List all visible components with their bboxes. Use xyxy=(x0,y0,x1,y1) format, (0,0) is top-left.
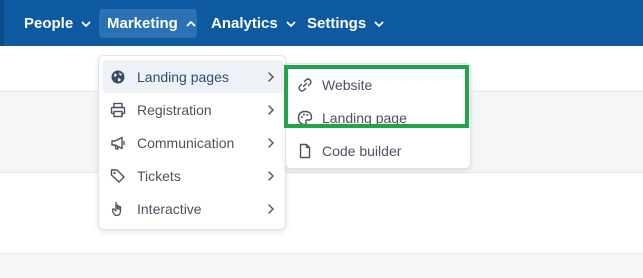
megaphone-icon xyxy=(110,135,126,151)
menu-item-communication[interactable]: Communication xyxy=(103,126,283,159)
link-icon xyxy=(297,77,313,93)
globe-icon xyxy=(110,69,126,85)
pointer-hand-icon xyxy=(110,201,126,217)
menu-item-label: Registration xyxy=(137,102,212,118)
top-nav-bar: People Marketing Analytics Settings xyxy=(0,0,643,46)
menu-item-label: Interactive xyxy=(137,201,202,217)
nav-people[interactable]: People xyxy=(16,9,99,38)
nav-marketing[interactable]: Marketing xyxy=(99,9,197,38)
menu-item-landing-pages[interactable]: Landing pages xyxy=(103,60,283,93)
chevron-right-icon xyxy=(267,203,275,215)
chevron-right-icon xyxy=(267,71,275,83)
palette-icon xyxy=(297,110,313,126)
submenu-item-website[interactable]: Website xyxy=(288,68,468,101)
nav-people-label: People xyxy=(24,15,74,32)
submenu-item-label: Website xyxy=(322,77,373,93)
marketing-dropdown: Landing pages Registration Communication xyxy=(98,55,286,230)
nav-analytics-label: Analytics xyxy=(211,15,278,32)
landing-pages-submenu: Website Landing page Code builder xyxy=(285,63,471,169)
chevron-down-icon xyxy=(81,19,91,29)
chevron-right-icon xyxy=(267,170,275,182)
chevron-down-icon xyxy=(374,19,384,29)
printer-icon xyxy=(110,102,126,118)
submenu-item-code-builder[interactable]: Code builder xyxy=(288,134,468,167)
menu-item-label: Tickets xyxy=(137,168,181,184)
menu-item-registration[interactable]: Registration xyxy=(103,93,283,126)
submenu-item-label: Landing page xyxy=(322,110,407,126)
submenu-item-label: Code builder xyxy=(322,143,402,159)
menu-item-label: Communication xyxy=(137,135,235,151)
menu-item-tickets[interactable]: Tickets xyxy=(103,159,283,192)
chevron-up-icon xyxy=(186,19,196,29)
menu-item-interactive[interactable]: Interactive xyxy=(103,192,283,225)
chevron-down-icon xyxy=(286,19,296,29)
nav-edge xyxy=(0,0,4,46)
submenu-item-landing-page[interactable]: Landing page xyxy=(288,101,468,134)
menu-item-label: Landing pages xyxy=(137,69,229,85)
nav-settings[interactable]: Settings xyxy=(299,9,392,38)
chevron-right-icon xyxy=(267,137,275,149)
file-icon xyxy=(297,143,313,159)
content-panel xyxy=(0,172,643,254)
nav-settings-label: Settings xyxy=(307,15,367,32)
nav-analytics[interactable]: Analytics xyxy=(203,9,304,38)
nav-marketing-label: Marketing xyxy=(107,15,178,32)
chevron-right-icon xyxy=(267,104,275,116)
tags-icon xyxy=(110,168,126,184)
